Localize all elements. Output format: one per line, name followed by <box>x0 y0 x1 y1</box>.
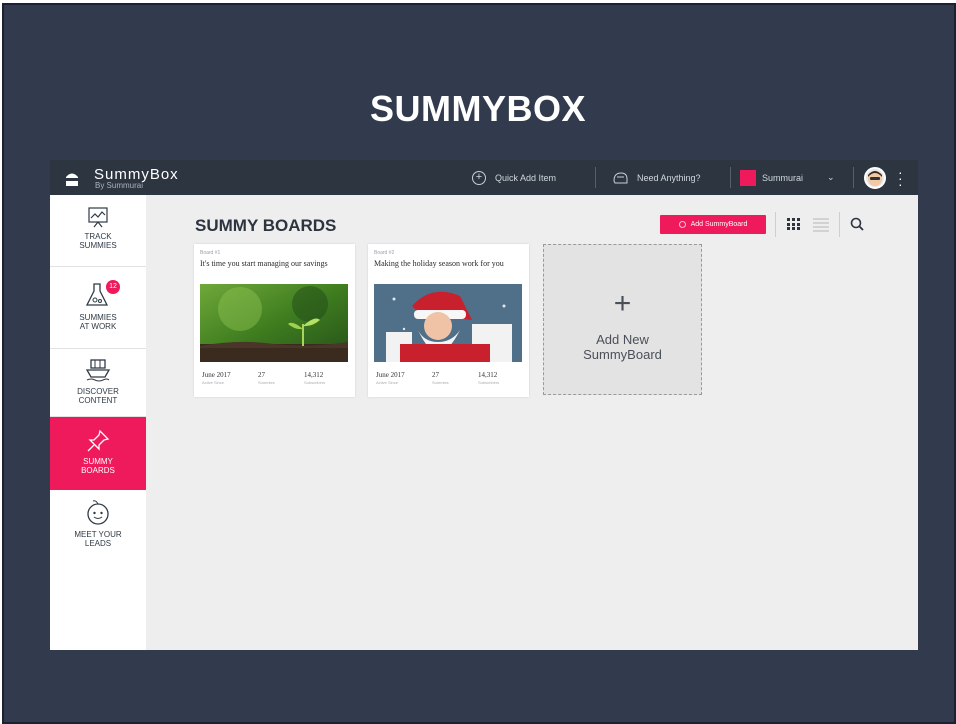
board-stat-subscribers: 14,312 Subscribers <box>304 371 326 385</box>
chart-icon <box>88 207 108 228</box>
add-summyboard-label: Add SummyBoard <box>690 221 748 228</box>
board-stat-summies: 27 Summies <box>258 371 275 385</box>
sidebar-item-label: BOARDS <box>81 466 115 475</box>
need-anything-label: Need Anything? <box>637 172 701 183</box>
sidebar: TRACK SUMMIES 12 SUMMIES AT WORK DISCOVE… <box>50 195 146 650</box>
divider <box>853 167 854 188</box>
board-thumbnail-seedling <box>200 284 348 362</box>
top-bar: SummyBox By Summurai + Quick Add Item Ne… <box>50 160 918 195</box>
board-stat-subscribers: 14,312 Subscribers <box>478 371 500 385</box>
plus-circle-icon <box>678 221 686 228</box>
board-stat-summies: 27 Summies <box>432 371 449 385</box>
account-color-swatch <box>740 169 756 186</box>
divider <box>595 167 596 188</box>
board-stat-active-since: June 2017 Active Since <box>202 371 231 385</box>
sidebar-item-label: MEET YOUR <box>74 530 122 539</box>
sidebar-item-label: TRACK <box>84 232 112 241</box>
sidebar-item-label: LEADS <box>84 539 112 548</box>
divider <box>775 212 776 237</box>
plus-icon: + <box>613 287 632 320</box>
board-card[interactable]: Board #2 Making the holiday season work … <box>368 244 529 397</box>
more-options-icon[interactable]: · · · <box>898 165 903 191</box>
chat-helmet-icon <box>613 171 628 183</box>
grid-view-icon[interactable] <box>787 218 801 230</box>
sidebar-item-label: SUMMIES <box>79 241 117 250</box>
list-view-icon[interactable] <box>813 218 829 232</box>
board-stat-active-since: June 2017 Active Since <box>376 371 405 385</box>
board-thumbnail-santa <box>374 284 522 362</box>
board-title: Making the holiday season work for you <box>374 259 504 268</box>
board-number: Board #1 <box>200 250 221 256</box>
sidebar-item-label: CONTENT <box>78 396 118 405</box>
app-byline: By Summurai <box>95 181 144 190</box>
sidebar-item-label: SUMMIES <box>79 313 117 322</box>
slide-title: SUMMYBOX <box>369 88 586 129</box>
avatar-face-icon <box>868 171 882 186</box>
pin-icon <box>87 429 110 452</box>
account-dropdown[interactable]: Summurai ⌄ <box>740 160 835 195</box>
plus-circle-icon: + <box>472 170 486 185</box>
add-new-summyboard-tile[interactable]: + Add New SummyBoard <box>543 244 702 395</box>
sidebar-item-summies-at-work[interactable]: 12 SUMMIES AT WORK <box>50 267 146 349</box>
sidebar-item-label: AT WORK <box>79 322 117 331</box>
divider <box>730 167 731 188</box>
sidebar-item-label: DISCOVER <box>77 387 119 396</box>
page-title: SUMMY BOARDS <box>195 216 337 235</box>
add-summyboard-button[interactable]: Add SummyBoard <box>660 215 766 234</box>
app-window: SummyBox By Summurai + Quick Add Item Ne… <box>50 160 918 650</box>
user-avatar[interactable] <box>864 167 886 189</box>
chevron-down-icon: ⌄ <box>827 172 835 182</box>
sidebar-item-meet-your-leads[interactable]: MEET YOUR LEADS <box>50 490 146 560</box>
board-card[interactable]: Board #1 It's time you start managing ou… <box>194 244 355 397</box>
add-new-summyboard-label: Add New SummyBoard <box>583 332 662 362</box>
sidebar-item-discover-content[interactable]: DISCOVER CONTENT <box>50 349 146 417</box>
quick-add-button[interactable]: + Quick Add Item <box>472 160 556 195</box>
sidebar-item-summy-boards[interactable]: SUMMY BOARDS <box>50 417 146 490</box>
face-icon <box>87 500 109 525</box>
board-number: Board #2 <box>374 250 395 256</box>
divider <box>839 212 840 237</box>
logo-icon <box>66 173 78 186</box>
sidebar-item-track-summies[interactable]: TRACK SUMMIES <box>50 195 146 267</box>
need-anything-button[interactable]: Need Anything? <box>612 160 701 195</box>
ship-icon <box>85 359 111 382</box>
notification-badge: 12 <box>106 280 120 294</box>
search-icon[interactable] <box>850 217 864 231</box>
account-label: Summurai <box>762 172 804 183</box>
board-title: It's time you start managing our savings <box>200 259 328 268</box>
quick-add-label: Quick Add Item <box>495 172 557 183</box>
sidebar-item-label: SUMMY <box>83 457 113 466</box>
